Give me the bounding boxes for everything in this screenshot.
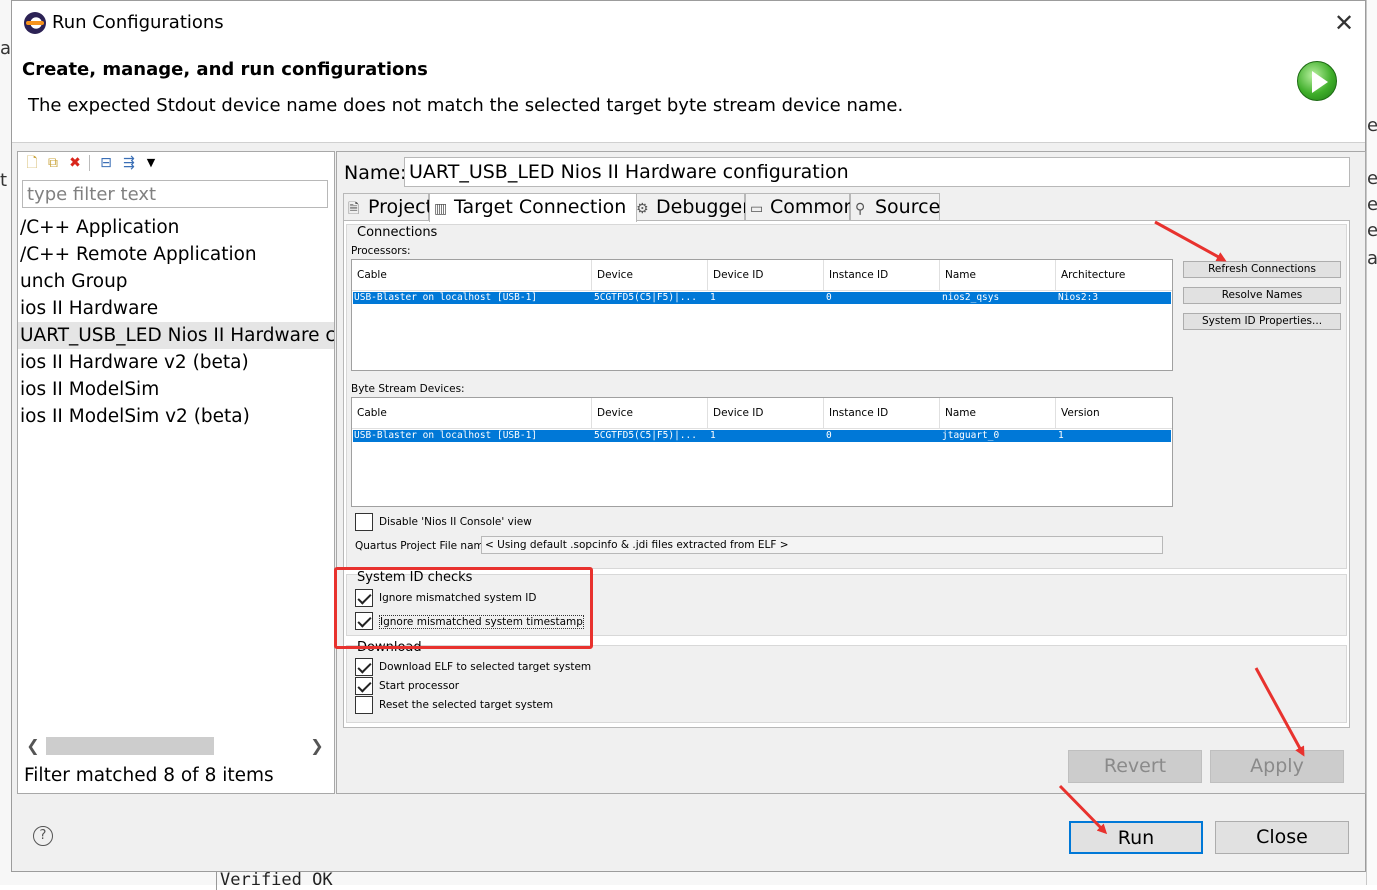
annotation-arrow [1254, 667, 1305, 757]
connection-icon: ▥ [434, 201, 448, 217]
annotation-arrow [1058, 784, 1108, 835]
tab-label: Target Connection [454, 196, 627, 218]
tab-target-connection[interactable]: ▥ Target Connection [429, 193, 637, 222]
annotation-arrows [1058, 220, 1305, 835]
annotation-arrow [1154, 220, 1227, 262]
